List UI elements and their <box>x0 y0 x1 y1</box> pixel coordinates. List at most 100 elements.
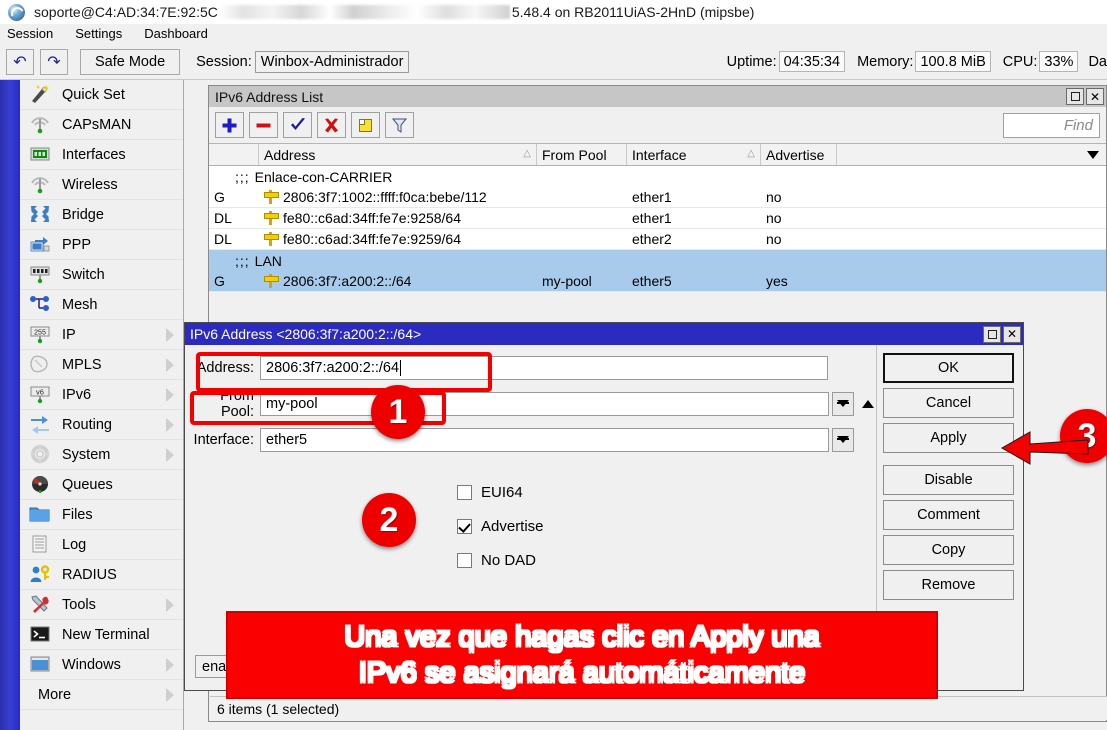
table-row[interactable]: DLfe80::c6ad:34ff:fe7e:9259/64ether2no <box>209 229 1106 250</box>
close-icon[interactable]: ✕ <box>1086 88 1104 105</box>
advertise-checkbox[interactable] <box>457 519 472 534</box>
maximize-icon[interactable] <box>1066 88 1084 105</box>
list-comment-row[interactable]: ;;;LAN <box>209 250 1106 271</box>
column-header-flags[interactable] <box>209 144 259 165</box>
minus-icon[interactable] <box>249 112 278 138</box>
annotation-badge-1: 1 <box>371 385 425 439</box>
chevron-right-icon <box>166 658 174 672</box>
callout-line-1: Una vez que hagas clic en Apply una <box>344 619 820 655</box>
sidebar-item-wireless[interactable]: Wireless <box>20 170 183 200</box>
sidebar-item-tools[interactable]: Tools <box>20 590 183 620</box>
sidebar-item-new-terminal[interactable]: New Terminal <box>20 620 183 650</box>
antenna-icon <box>29 114 55 136</box>
remove-button[interactable]: Remove <box>883 570 1014 600</box>
table-row[interactable]: DLfe80::c6ad:34ff:fe7e:9258/64ether1no <box>209 208 1106 229</box>
undo-icon[interactable]: ↶ <box>6 49 34 75</box>
list-window-title-bar: IPv6 Address List ✕ <box>209 86 1106 107</box>
interface-input[interactable]: ether5 <box>260 428 829 452</box>
session-value[interactable]: Winbox-Administrador <box>255 51 410 73</box>
cell-from-pool <box>537 208 627 228</box>
terminal-icon <box>29 624 55 646</box>
column-chooser-icon[interactable] <box>1080 144 1106 165</box>
gear-icon <box>29 444 55 466</box>
sidebar-item-switch[interactable]: Switch <box>20 260 183 290</box>
cancel-button[interactable]: Cancel <box>883 388 1014 418</box>
main-menu-bar: Session Settings Dashboard <box>0 24 1107 44</box>
from-pool-field-row: From Pool: my-pool <box>185 390 878 417</box>
note-icon[interactable] <box>351 112 380 138</box>
ok-button[interactable]: OK <box>883 353 1014 383</box>
find-input[interactable]: Find <box>1003 113 1100 138</box>
sidebar-item-interfaces[interactable]: Interfaces <box>20 140 183 170</box>
sidebar-item-capsman[interactable]: CAPsMAN <box>20 110 183 140</box>
no-dad-checkbox-row[interactable]: No DAD <box>457 543 878 577</box>
sidebar-item-more[interactable]: More <box>20 680 183 710</box>
plus-icon[interactable] <box>215 112 244 138</box>
copy-button[interactable]: Copy <box>883 535 1014 565</box>
cell-advertise: yes <box>761 271 837 291</box>
maximize-icon[interactable] <box>983 326 1001 343</box>
column-header-interface[interactable]: Interface △ <box>627 144 761 165</box>
sidebar-item-mpls[interactable]: MPLS <box>20 350 183 380</box>
menu-settings[interactable]: Settings <box>64 24 133 44</box>
list-status-text: 6 items (1 selected) <box>217 701 339 717</box>
comment-text: Enlace-con-CARRIER <box>255 169 393 185</box>
sidebar-item-ipv6[interactable]: v6 IPv6 <box>20 380 183 410</box>
sidebar-item-ppp[interactable]: PPP <box>20 230 183 260</box>
apply-arrow-icon <box>1000 424 1090 468</box>
list-comment-row[interactable]: ;;;Enlace-con-CARRIER <box>209 166 1106 187</box>
column-header-from-pool[interactable]: From Pool <box>537 144 627 165</box>
dialog-title-bar: IPv6 Address <2806:3f7:a200:2::/64> ✕ <box>185 323 1023 345</box>
column-header-advertise[interactable]: Advertise <box>761 144 837 165</box>
address-input[interactable]: 2806:3f7:a200:2::/64 <box>260 356 828 380</box>
routing-arrows-icon <box>29 414 55 436</box>
sidebar-item-label: MPLS <box>62 357 102 373</box>
eui64-checkbox-row[interactable]: EUI64 <box>457 475 878 509</box>
eui64-checkbox[interactable] <box>457 485 472 500</box>
sidebar-item-windows[interactable]: Windows <box>20 650 183 680</box>
sidebar-item-ip[interactable]: 255IP <box>20 320 183 350</box>
cell-address: fe80::c6ad:34ff:fe7e:9258/64 <box>259 208 537 228</box>
sidebar-item-routing[interactable]: Routing <box>20 410 183 440</box>
redo-icon[interactable]: ↷ <box>40 49 68 75</box>
from-pool-dropdown-icon[interactable] <box>832 392 854 416</box>
apply-button[interactable]: Apply <box>883 423 1014 453</box>
from-pool-expand-icon[interactable] <box>858 392 878 416</box>
sidebar-item-bridge[interactable]: Bridge <box>20 200 183 230</box>
address-pin-icon <box>264 211 277 225</box>
advertise-checkbox-row[interactable]: Advertise <box>457 509 878 543</box>
cell-from-pool <box>537 187 627 207</box>
no-dad-label: No DAD <box>481 552 536 569</box>
cell-interface: ether2 <box>627 229 761 249</box>
table-row[interactable]: G2806:3f7:1002::ffff:f0ca:bebe/112ether1… <box>209 187 1106 208</box>
sidebar-item-quick-set[interactable]: Quick Set <box>20 80 183 110</box>
safe-mode-button[interactable]: Safe Mode <box>80 49 180 75</box>
disable-button[interactable]: Disable <box>883 465 1014 495</box>
menu-dashboard[interactable]: Dashboard <box>133 24 219 44</box>
sidebar-item-log[interactable]: Log <box>20 530 183 560</box>
sidebar-item-mesh[interactable]: Mesh <box>20 290 183 320</box>
sidebar-item-radius[interactable]: RADIUS <box>20 560 183 590</box>
interface-dropdown-icon[interactable] <box>832 428 854 452</box>
sidebar-item-files[interactable]: Files <box>20 500 183 530</box>
close-icon[interactable]: ✕ <box>1003 326 1021 343</box>
sidebar-item-system[interactable]: System <box>20 440 183 470</box>
from-pool-label: From Pool: <box>185 388 260 420</box>
menu-session[interactable]: Session <box>0 24 64 44</box>
address-field-row: Address: 2806:3f7:a200:2::/64 <box>185 354 878 381</box>
cpu-label: CPU: <box>1003 54 1038 70</box>
from-pool-input[interactable]: my-pool <box>260 392 829 416</box>
comment-button[interactable]: Comment <box>883 500 1014 530</box>
table-row[interactable]: G2806:3f7:a200:2::/64my-poolether5yes <box>209 271 1106 292</box>
funnel-icon[interactable] <box>385 112 414 138</box>
sidebar-item-label: IPv6 <box>62 387 91 403</box>
column-header-address[interactable]: Address △ <box>259 144 537 165</box>
svg-text:v6: v6 <box>36 387 44 396</box>
sidebar-item-queues[interactable]: Queues <box>20 470 183 500</box>
check-icon[interactable] <box>283 112 312 138</box>
no-dad-checkbox[interactable] <box>457 553 472 568</box>
cross-icon[interactable] <box>317 112 346 138</box>
memory-value: 100.8 MiB <box>915 51 990 72</box>
uptime-label: Uptime: <box>727 54 777 70</box>
session-label: Session: <box>196 54 252 70</box>
